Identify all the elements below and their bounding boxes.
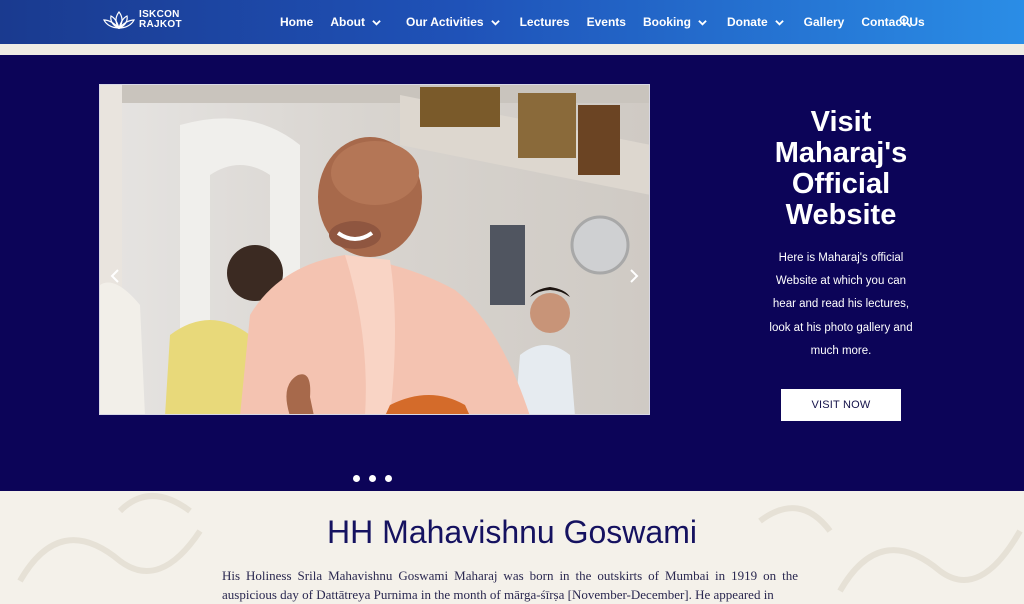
- slider-dot[interactable]: [385, 475, 392, 482]
- nav-events-label: Events: [586, 15, 626, 29]
- logo-line-2: RAJKOT: [139, 19, 182, 30]
- hero-description: Here is Maharaj's official Website at wh…: [769, 252, 913, 357]
- nav-booking-label: Booking: [642, 15, 691, 29]
- chevron-down-icon: [774, 19, 784, 26]
- nav-home-label: Home: [280, 15, 314, 29]
- slider-photo: [99, 84, 650, 415]
- nav-events[interactable]: Events: [587, 15, 626, 29]
- site-header: ISKCON RAJKOT Home About Our Activities …: [0, 0, 1024, 44]
- nav-booking[interactable]: Booking: [643, 15, 707, 29]
- nav-our-activities[interactable]: Our Activities: [406, 15, 500, 29]
- slider-dots: [353, 475, 401, 482]
- slider-next-icon[interactable]: [628, 268, 640, 284]
- bio-section: HH Mahavishnu Goswami His Holiness Srila…: [0, 491, 1024, 604]
- monk-photo-illustration: [100, 85, 649, 414]
- nav-lectures-label: Lectures: [519, 15, 570, 29]
- hero-title: Visit Maharaj's Official Website: [774, 106, 908, 231]
- logo-text: ISKCON RAJKOT: [139, 10, 182, 30]
- nav-home[interactable]: Home: [280, 15, 313, 29]
- slider-dot[interactable]: [353, 475, 360, 482]
- pattern-strip: [0, 44, 1024, 55]
- lotus-logo-icon: [103, 11, 135, 29]
- nav-about-label: About: [330, 15, 365, 29]
- nav-our-activities-label: Our Activities: [406, 15, 484, 29]
- bio-text: His Holiness Srila Mahavishnu Goswami Ma…: [222, 568, 798, 602]
- chevron-down-icon: [372, 19, 381, 26]
- chevron-down-icon: [698, 19, 707, 26]
- nav-gallery-label: Gallery: [803, 15, 845, 29]
- visit-now-button[interactable]: VISIT NOW: [781, 389, 901, 421]
- bio-title: HH Mahavishnu Goswami: [327, 514, 697, 550]
- nav-donate-label: Donate: [726, 15, 768, 29]
- site-logo[interactable]: ISKCON RAJKOT: [101, 9, 182, 31]
- chevron-down-icon: [490, 19, 500, 26]
- search-icon[interactable]: [899, 15, 912, 28]
- nav-lectures[interactable]: Lectures: [520, 15, 570, 29]
- nav-gallery[interactable]: Gallery: [804, 15, 845, 29]
- slider-prev-icon[interactable]: [109, 268, 121, 284]
- slider-dot[interactable]: [369, 475, 376, 482]
- nav-contact-us-label: Contact Us: [861, 15, 925, 29]
- nav-donate[interactable]: Donate: [727, 15, 784, 29]
- main-nav: Home About Our Activities Lectures Event…: [280, 0, 925, 44]
- nav-about[interactable]: About: [330, 15, 381, 29]
- hero-section: Visit Maharaj's Official Website Here is…: [0, 55, 1024, 491]
- nav-contact-us[interactable]: Contact Us: [861, 15, 924, 29]
